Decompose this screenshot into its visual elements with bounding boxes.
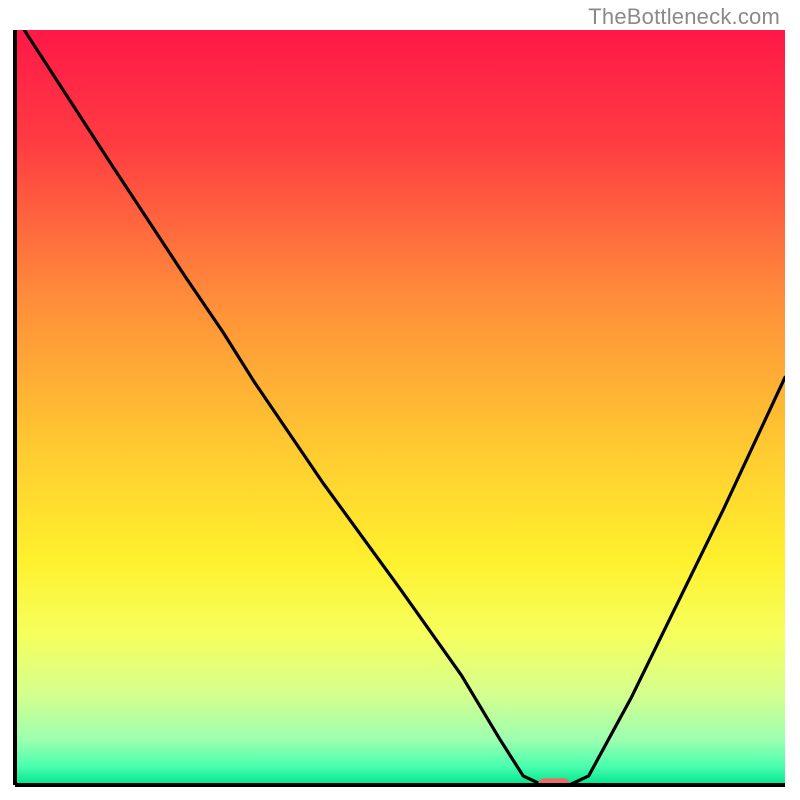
gradient-background <box>15 30 785 785</box>
watermark-text: TheBottleneck.com <box>588 4 780 30</box>
chart-container: TheBottleneck.com <box>0 0 800 800</box>
bottleneck-chart <box>0 0 800 800</box>
